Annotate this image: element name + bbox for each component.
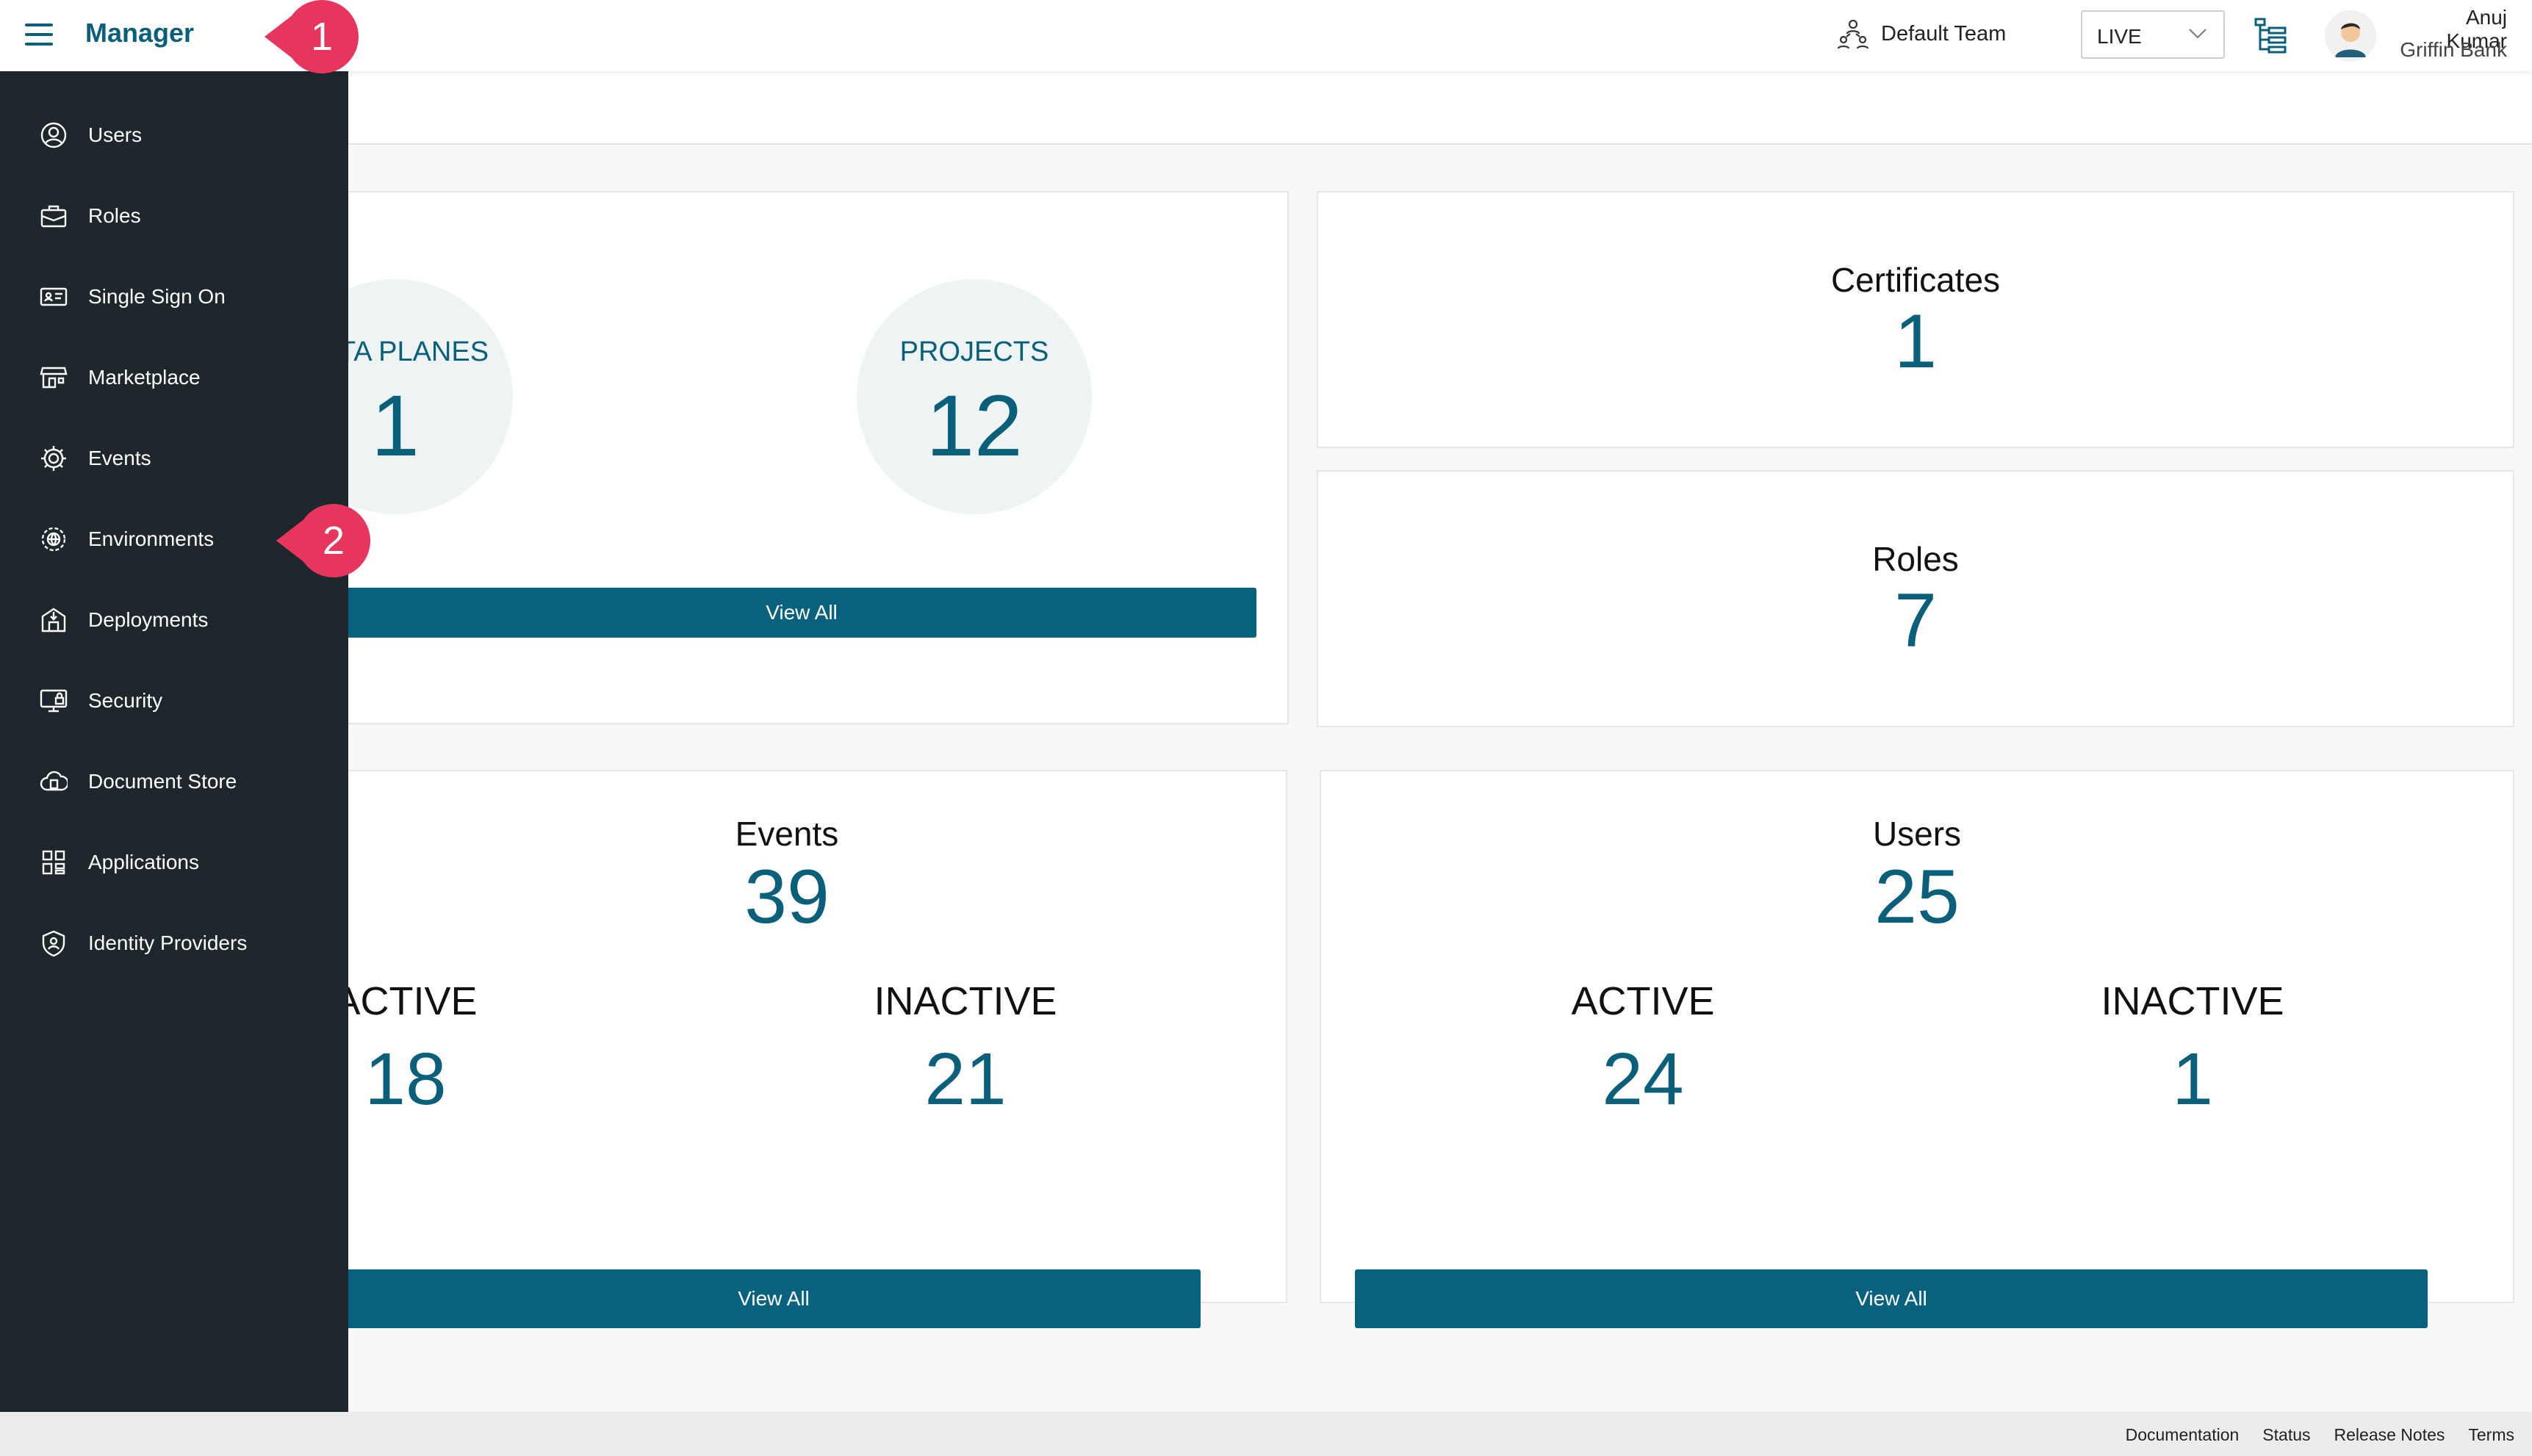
footer-link-release-notes[interactable]: Release Notes [2334, 1425, 2445, 1445]
sidebar-item-label: Roles [88, 204, 141, 227]
users-active-label: ACTIVE [1571, 979, 1715, 1023]
sidebar-item-applications[interactable]: Applications [0, 822, 348, 903]
sidebar-item-security[interactable]: Security [0, 660, 348, 741]
user-avatar-icon [2335, 23, 2366, 57]
shield-user-icon [38, 928, 69, 959]
users-inactive-label: INACTIVE [2101, 979, 2284, 1023]
cloud-doc-icon [38, 766, 69, 797]
events-inactive-count: 21 [924, 1038, 1007, 1120]
callout-number: 2 [297, 504, 370, 577]
globe-gear-icon [38, 524, 69, 555]
sidebar-item-deployments[interactable]: Deployments [0, 580, 348, 660]
user-organization: Griffin Bank [2400, 38, 2507, 61]
sidebar-item-events[interactable]: Events [0, 418, 348, 499]
sidebar-item-label: Identity Providers [88, 931, 248, 954]
sidebar-item-label: Single Sign On [88, 285, 226, 308]
events-count: 39 [744, 854, 830, 940]
sidebar-item-label: Events [88, 447, 151, 469]
id-card-icon [38, 281, 69, 312]
team-selector[interactable]: Default Team [1837, 18, 2006, 50]
apps-grid-icon [38, 847, 69, 878]
users-view-all-button[interactable]: View All [1355, 1269, 2428, 1328]
hierarchy-list-icon[interactable] [2254, 18, 2287, 54]
team-icon [1837, 19, 1869, 49]
users-active-count: 24 [1602, 1038, 1684, 1120]
avatar[interactable] [2325, 10, 2376, 62]
environment-value: LIVE [2097, 25, 2142, 48]
events-card: Events 39 ACTIVE 18 INACTIVE 21 View All [287, 770, 1287, 1328]
footer-links: Documentation Status Release Notes Terms [2126, 1425, 2514, 1445]
top-header: Manager Default Team LIVE Anuj Kumar Gri… [0, 0, 2532, 71]
callout-number: 1 [285, 0, 359, 73]
users-inactive-count: 1 [2172, 1038, 2213, 1120]
events-inactive-label: INACTIVE [874, 979, 1057, 1023]
sidebar-item-single-sign-on[interactable]: Single Sign On [0, 256, 348, 337]
events-title: Events [735, 815, 839, 853]
certificates-card: Certificates 1 [1317, 191, 2514, 448]
overview-view-all-button[interactable]: View All [347, 588, 1256, 638]
certificates-title: Certificates [1830, 261, 2001, 299]
roles-title: Roles [1872, 540, 1959, 578]
roles-card: Roles 7 [1317, 470, 2514, 727]
sidebar-item-label: Applications [88, 851, 199, 873]
footer-link-terms[interactable]: Terms [2468, 1425, 2514, 1445]
briefcase-icon [38, 201, 69, 231]
monitor-lock-icon [38, 685, 69, 716]
projects-label: PROJECTS [899, 336, 1049, 367]
users-count: 25 [1874, 854, 1960, 940]
sidebar-nav: Users Roles Single Sign On Marketplace E… [0, 71, 348, 1412]
store-icon [38, 362, 69, 393]
sidebar-item-label: Security [88, 689, 163, 712]
user-circle-icon [38, 120, 69, 151]
sidebar-item-label: Users [88, 123, 143, 146]
roles-count: 7 [1894, 578, 1937, 663]
footer-link-documentation[interactable]: Documentation [2126, 1425, 2240, 1445]
gear-icon [38, 443, 69, 474]
projects-count: 12 [926, 378, 1023, 475]
certificates-count: 1 [1894, 299, 1937, 384]
users-title: Users [1872, 815, 1962, 853]
sidebar-item-label: Deployments [88, 608, 209, 631]
team-name: Default Team [1881, 21, 2007, 46]
footer-link-status[interactable]: Status [2262, 1425, 2310, 1445]
environment-select[interactable]: LIVE [2081, 10, 2225, 59]
deploy-icon [38, 605, 69, 635]
page-toolbar-area [0, 71, 2532, 145]
projects-stat: PROJECTS 12 [857, 279, 1092, 514]
app-title[interactable]: Manager [85, 18, 194, 48]
sidebar-item-users[interactable]: Users [0, 95, 348, 176]
chevron-down-icon [2189, 29, 2206, 39]
overview-card: DATA PLANES 1 PROJECTS 12 View All [278, 191, 1289, 724]
footer: Documentation Status Release Notes Terms [0, 1412, 2532, 1456]
sidebar-item-label: Marketplace [88, 366, 201, 389]
sidebar-item-identity-providers[interactable]: Identity Providers [0, 903, 348, 984]
sidebar-item-document-store[interactable]: Document Store [0, 741, 348, 822]
users-card: Users 25 ACTIVE 24 INACTIVE 1 View All [1320, 770, 2514, 1328]
sidebar-item-label: Document Store [88, 770, 237, 793]
sidebar-item-roles[interactable]: Roles [0, 176, 348, 256]
events-view-all-button[interactable]: View All [347, 1269, 1201, 1328]
sidebar-item-label: Environments [88, 527, 215, 550]
sidebar-item-marketplace[interactable]: Marketplace [0, 337, 348, 418]
hamburger-menu-icon[interactable] [25, 24, 54, 47]
